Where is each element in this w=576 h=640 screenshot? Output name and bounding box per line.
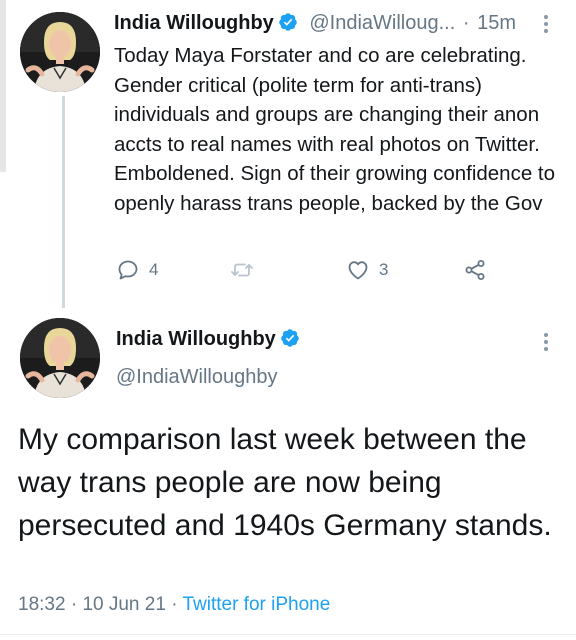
tweet-header: India Willoughby @IndiaWilloug... · 15m bbox=[114, 12, 516, 35]
separator-dot: · bbox=[462, 12, 470, 34]
avatar-image bbox=[20, 318, 100, 398]
avatar-image bbox=[20, 12, 100, 92]
tweet-text: My comparison last week between the way … bbox=[18, 423, 552, 542]
avatar[interactable] bbox=[20, 318, 100, 398]
divider bbox=[0, 634, 576, 635]
tweet-actions: 4 3 bbox=[114, 258, 554, 284]
like-count: 3 bbox=[379, 260, 389, 279]
tweet-source-link[interactable]: Twitter for iPhone bbox=[182, 594, 330, 615]
tweet-time[interactable]: 18:32 bbox=[18, 594, 66, 615]
verified-badge-icon bbox=[279, 13, 297, 31]
separator-dot: · bbox=[171, 594, 178, 615]
user-handle[interactable]: @IndiaWilloug... bbox=[309, 12, 455, 34]
more-vertical-icon[interactable] bbox=[538, 12, 554, 36]
tweet-text: Today Maya Forstater and co are celebrat… bbox=[114, 44, 556, 215]
tweet-date[interactable]: 10 Jun 21 bbox=[82, 594, 165, 615]
verified-badge-icon bbox=[281, 329, 299, 347]
share-button[interactable] bbox=[463, 258, 487, 282]
reply-button[interactable]: 4 bbox=[116, 258, 158, 282]
display-name[interactable]: India Willoughby bbox=[116, 328, 276, 350]
avatar[interactable] bbox=[20, 12, 100, 92]
screenshot-edge bbox=[0, 0, 6, 172]
separator-dot: · bbox=[70, 594, 78, 615]
tweet-timestamp[interactable]: 15m bbox=[477, 12, 516, 34]
like-icon bbox=[348, 261, 368, 280]
user-handle[interactable]: @IndiaWilloughby bbox=[116, 366, 278, 389]
share-icon bbox=[465, 260, 485, 280]
display-name[interactable]: India Willoughby bbox=[114, 12, 274, 34]
more-vertical-icon[interactable] bbox=[538, 330, 554, 354]
retweet-button[interactable] bbox=[230, 258, 254, 282]
display-name-row: India Willoughby bbox=[116, 328, 300, 351]
tweet-metadata: 18:32 · 10 Jun 21 · Twitter for iPhone bbox=[18, 594, 330, 616]
like-button[interactable]: 3 bbox=[346, 258, 388, 282]
reply-count: 4 bbox=[149, 260, 159, 279]
reply-icon bbox=[118, 260, 138, 280]
retweet-icon bbox=[231, 263, 253, 277]
thread-connector-line bbox=[62, 96, 65, 308]
